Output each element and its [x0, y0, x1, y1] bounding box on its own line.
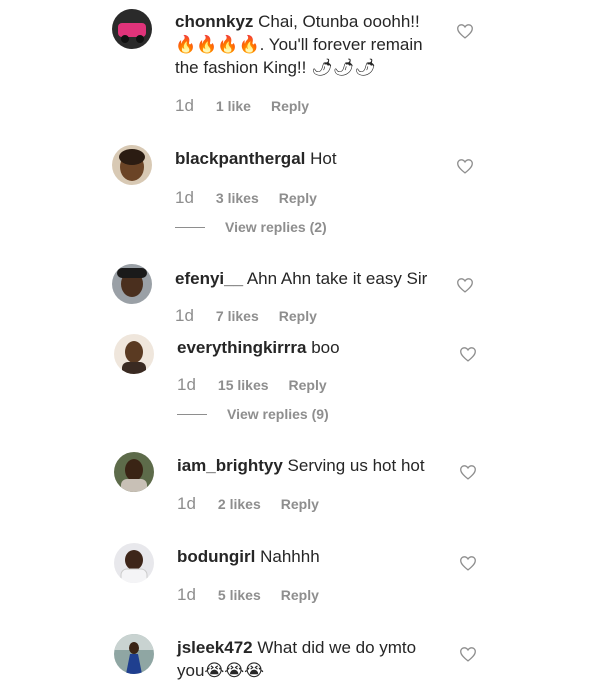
comment-meta: 1d 3 likes Reply [175, 188, 317, 210]
like-heart-icon[interactable] [459, 346, 477, 362]
comment-text: blackpanthergal Hot [175, 147, 445, 170]
reply-button[interactable]: Reply [271, 98, 309, 114]
like-heart-icon[interactable] [456, 23, 474, 39]
comment-body: Ahn Ahn take it easy Sir [246, 269, 428, 288]
like-heart-icon[interactable] [456, 277, 474, 293]
likes-count[interactable]: 5 likes [218, 587, 261, 603]
replies-divider [175, 226, 205, 228]
comment-text: chonnkyz Chai, Otunba ooohh!! 🔥🔥🔥🔥. You'… [175, 10, 445, 79]
username[interactable]: blackpanthergal [175, 149, 305, 168]
reply-button[interactable]: Reply [279, 190, 317, 206]
like-heart-icon[interactable] [459, 464, 477, 480]
timestamp[interactable]: 1d [175, 306, 194, 326]
view-replies-button[interactable]: View replies (9) [177, 404, 329, 424]
timestamp[interactable]: 1d [177, 375, 196, 395]
reply-button[interactable]: Reply [281, 496, 319, 512]
like-heart-icon[interactable] [459, 555, 477, 571]
avatar[interactable] [114, 543, 154, 583]
view-replies-label[interactable]: View replies (9) [227, 406, 329, 422]
comment-text: jsleek472 What did we do ymto you😭😭😭 [177, 636, 447, 682]
comment-body: Hot [310, 149, 337, 168]
likes-count[interactable]: 1 like [216, 98, 251, 114]
comment-text: efenyi__ Ahn Ahn take it easy Sir [175, 267, 445, 290]
likes-count[interactable]: 7 likes [216, 308, 259, 324]
cry-emoji: 😭😭😭 [204, 661, 265, 680]
reply-button[interactable]: Reply [281, 587, 319, 603]
likes-count[interactable]: 2 likes [218, 496, 261, 512]
likes-count[interactable]: 3 likes [216, 190, 259, 206]
comment-meta: 1d 15 likes Reply [177, 375, 327, 397]
timestamp[interactable]: 1d [177, 494, 196, 514]
comment-body: Chai, Otunba ooohh!! [258, 12, 420, 31]
username[interactable]: bodungirl [177, 547, 255, 566]
comment-body: Nahhhh [260, 547, 320, 566]
avatar[interactable] [112, 264, 152, 304]
view-replies-label[interactable]: View replies (2) [225, 219, 327, 235]
replies-divider [177, 413, 207, 415]
likes-count[interactable]: 15 likes [218, 377, 269, 393]
like-heart-icon[interactable] [456, 158, 474, 174]
username[interactable]: efenyi__ [175, 269, 243, 288]
reply-button[interactable]: Reply [279, 308, 317, 324]
comment-body: boo [311, 338, 340, 357]
avatar[interactable] [114, 334, 154, 374]
comment-meta: 1d 1 like Reply [175, 96, 309, 118]
fire-emoji: 🔥🔥🔥🔥 [175, 35, 260, 54]
like-heart-icon[interactable] [459, 646, 477, 662]
username[interactable]: iam_brightyy [177, 456, 283, 475]
username[interactable]: chonnkyz [175, 12, 253, 31]
avatar[interactable] [114, 452, 154, 492]
avatar[interactable] [114, 634, 154, 674]
avatar[interactable] [112, 9, 152, 49]
username[interactable]: jsleek472 [177, 638, 253, 657]
comment-meta: 1d 2 likes Reply [177, 494, 319, 516]
comment-meta: 1d 5 likes Reply [177, 585, 319, 607]
avatar[interactable] [112, 145, 152, 185]
username[interactable]: everythingkirrra [177, 338, 306, 357]
timestamp[interactable]: 1d [175, 188, 194, 208]
view-replies-button[interactable]: View replies (2) [175, 217, 327, 237]
timestamp[interactable]: 1d [175, 96, 194, 116]
comment-text: everythingkirrra boo [177, 336, 447, 359]
comment-meta: 1d 7 likes Reply [175, 306, 317, 328]
comment-text: bodungirl Nahhhh [177, 545, 447, 568]
comment-text: iam_brightyy Serving us hot hot [177, 454, 447, 477]
comment-body: Serving us hot hot [287, 456, 425, 475]
timestamp[interactable]: 1d [177, 585, 196, 605]
reply-button[interactable]: Reply [289, 377, 327, 393]
